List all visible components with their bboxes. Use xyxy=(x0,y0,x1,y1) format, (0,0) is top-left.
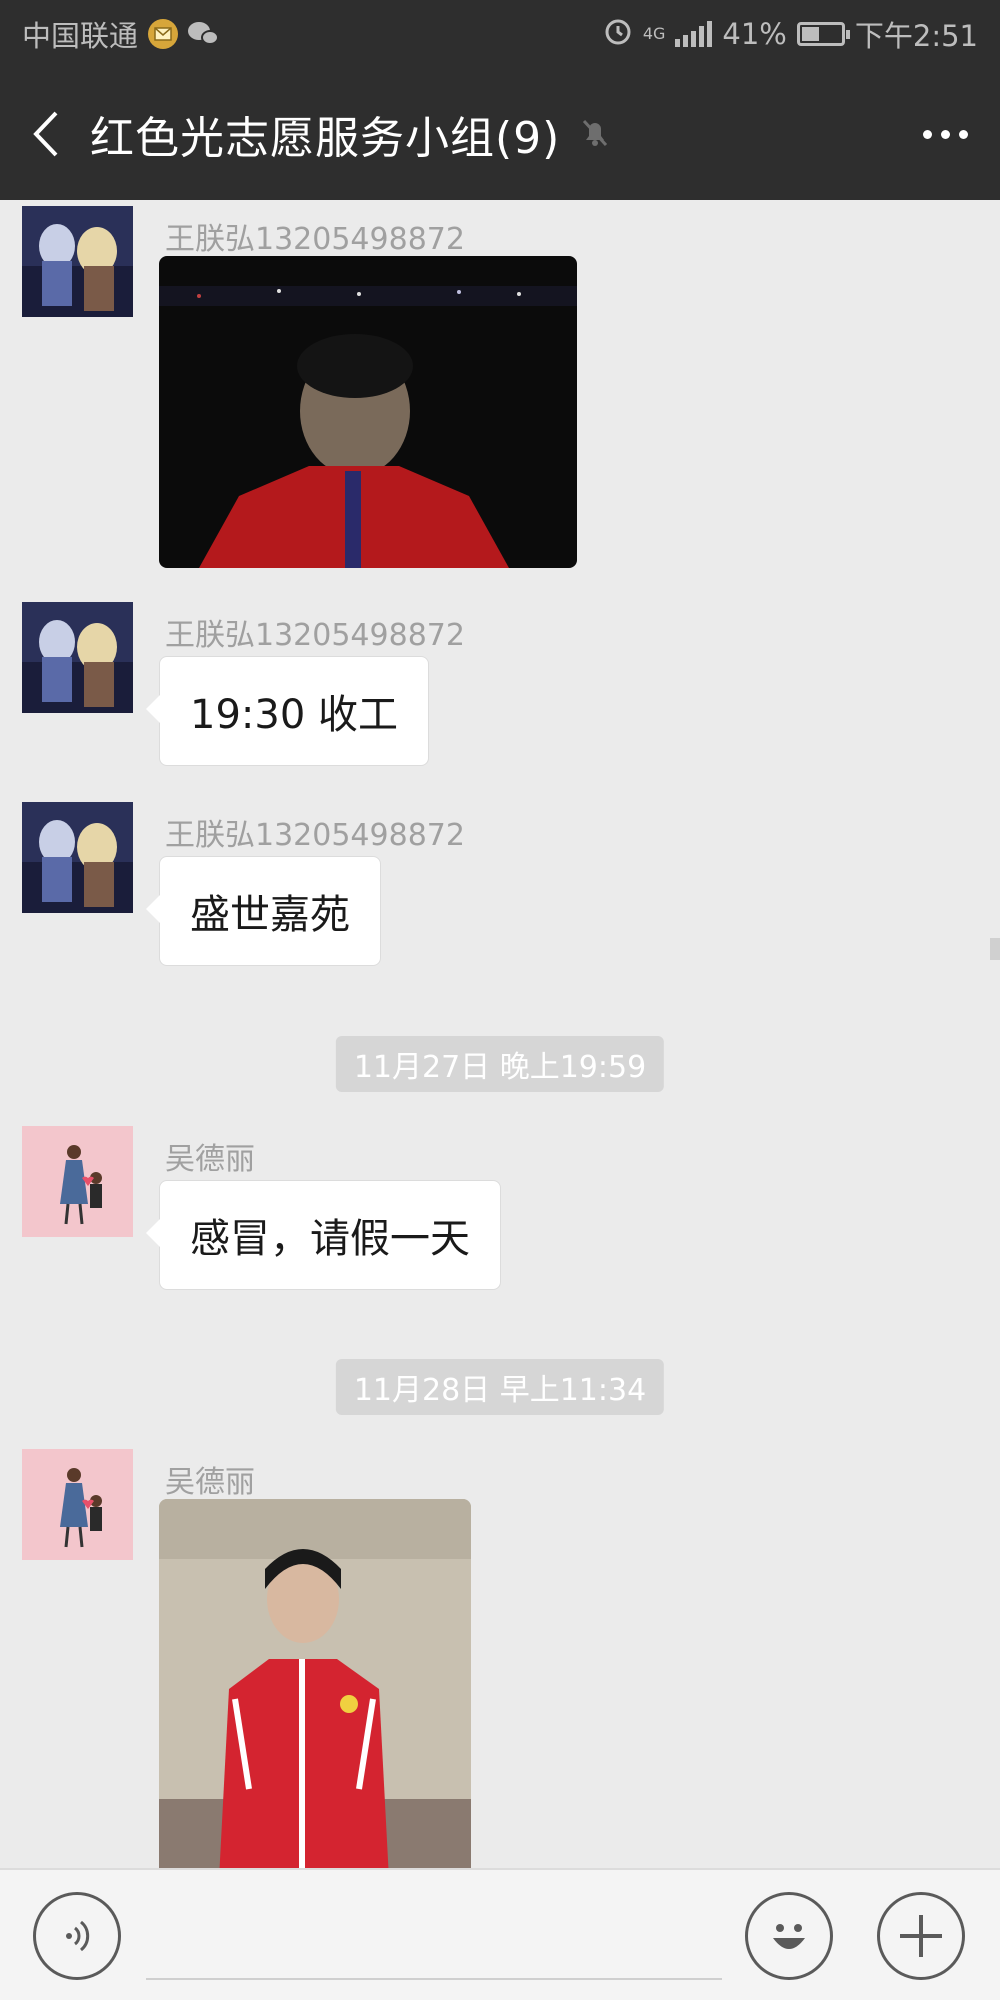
carrier-name: 中国联通 xyxy=(22,19,139,53)
sender-name: 王朕弘13205498872 xyxy=(165,818,465,853)
time-divider: 11月27日 晚上19:59 xyxy=(335,1036,665,1092)
avatar[interactable] xyxy=(22,1126,133,1237)
battery-icon xyxy=(796,22,850,46)
text-bubble[interactable]: 19:30 收工 xyxy=(146,656,429,766)
plus-button[interactable] xyxy=(877,1892,965,1980)
bell-muted-icon xyxy=(578,115,612,153)
mail-notification-icon xyxy=(148,19,179,49)
scroll-indicator[interactable] xyxy=(990,938,1000,960)
network-type: 4G xyxy=(642,24,666,43)
clock-time: 下午2:51 xyxy=(854,19,978,53)
chat-header: 红色光志愿服务小组(9) xyxy=(0,68,1000,200)
avatar[interactable] xyxy=(22,802,133,913)
message-input[interactable] xyxy=(146,1900,722,1980)
emoji-button[interactable] xyxy=(745,1892,833,1980)
alarm-icon xyxy=(603,16,633,53)
battery-percent: 41% xyxy=(722,17,787,51)
more-dots-icon xyxy=(922,129,932,139)
signal-icon xyxy=(675,21,713,47)
wechat-notification-icon xyxy=(188,20,222,48)
sender-name: 吴德丽 xyxy=(165,1465,255,1500)
message-list[interactable]: 王朕弘13205498872 王朕弘13205498872 19:30 收工 王… xyxy=(0,200,1000,1868)
avatar[interactable] xyxy=(22,1449,133,1560)
input-bar xyxy=(0,1868,1000,2000)
voice-button[interactable] xyxy=(33,1892,121,1980)
chevron-left-icon xyxy=(33,111,58,157)
emoji-icon xyxy=(773,1924,805,1949)
voice-icon xyxy=(66,1920,90,1952)
chat-title: 红色光志愿服务小组(9) xyxy=(90,113,561,164)
image-message[interactable] xyxy=(159,256,577,568)
avatar[interactable] xyxy=(22,602,133,713)
status-bar: 中国联通 4G 41% 下午2:51 xyxy=(0,0,1000,68)
text-bubble[interactable]: 感冒，请假一天 xyxy=(146,1180,501,1290)
sender-name: 吴德丽 xyxy=(165,1142,255,1177)
back-button[interactable] xyxy=(0,68,90,200)
sender-name: 王朕弘13205498872 xyxy=(165,618,465,653)
plus-icon xyxy=(900,1915,942,1957)
time-divider: 11月28日 早上11:34 xyxy=(335,1359,665,1415)
avatar[interactable] xyxy=(22,206,133,317)
image-message[interactable] xyxy=(159,1499,471,1868)
sender-name: 王朕弘13205498872 xyxy=(165,222,465,257)
text-bubble[interactable]: 盛世嘉苑 xyxy=(146,856,381,966)
more-options-button[interactable] xyxy=(890,68,1000,200)
